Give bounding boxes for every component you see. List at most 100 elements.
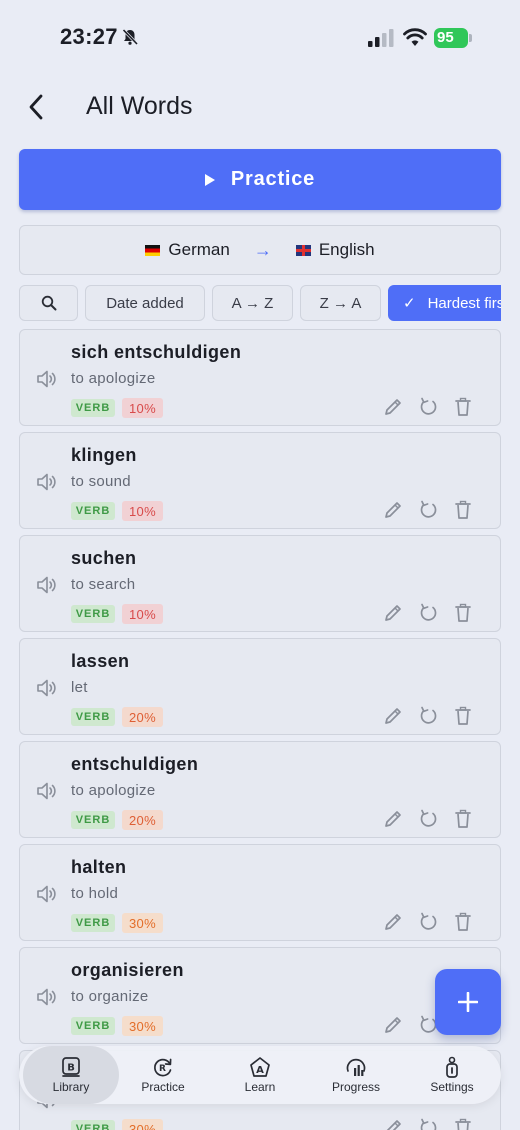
wifi-icon <box>403 28 427 46</box>
word-card[interactable]: suchen to search VERB 10% <box>19 535 501 632</box>
language-selector[interactable]: German → English <box>19 225 501 275</box>
nav-settings-label: Settings <box>430 1080 474 1094</box>
word-card[interactable]: entschuldigen to apologize VERB 20% <box>19 741 501 838</box>
back-button[interactable] <box>20 90 52 124</box>
delete-trash-icon[interactable] <box>452 808 474 830</box>
svg-text:R: R <box>159 1064 166 1074</box>
speaker-icon[interactable] <box>36 883 58 905</box>
delete-trash-icon[interactable] <box>452 1117 474 1130</box>
delete-trash-icon[interactable] <box>452 911 474 933</box>
german-flag-icon <box>145 244 161 256</box>
word-term: halten <box>71 857 127 877</box>
nav-progress[interactable]: Progress <box>308 1046 404 1104</box>
reset-progress-icon[interactable] <box>417 396 439 418</box>
page-title: All Words <box>86 92 193 120</box>
delete-trash-icon[interactable] <box>452 396 474 418</box>
bottom-nav: B Library R Practice A Learn Progress Se… <box>19 1046 501 1104</box>
play-icon <box>204 173 215 186</box>
word-type-badge: VERB <box>71 502 115 520</box>
word-translation: to search <box>71 576 136 593</box>
edit-pencil-icon[interactable] <box>382 911 404 933</box>
word-score-badge: 10% <box>122 501 163 521</box>
word-term: organisieren <box>71 960 184 980</box>
edit-pencil-icon[interactable] <box>382 1117 404 1130</box>
word-card[interactable]: halten to hold VERB 30% <box>19 844 501 941</box>
bell-muted-icon <box>122 28 139 46</box>
search-icon <box>41 295 56 311</box>
word-term: klingen <box>71 445 137 465</box>
nav-library[interactable]: B Library <box>23 1046 119 1104</box>
status-time: 23:27 <box>60 24 118 49</box>
delete-trash-icon[interactable] <box>452 602 474 624</box>
word-translation: to sound <box>71 473 131 490</box>
word-translation: to hold <box>71 885 119 902</box>
chevron-left-icon <box>29 94 43 120</box>
sort-z-a-chip[interactable]: Z → A <box>300 285 381 321</box>
card-actions <box>382 705 482 727</box>
card-actions <box>382 911 482 933</box>
edit-pencil-icon[interactable] <box>382 808 404 830</box>
word-card[interactable]: klingen to sound VERB 10% <box>19 432 501 529</box>
word-type-badge: VERB <box>71 1017 115 1035</box>
speaker-icon[interactable] <box>36 574 58 596</box>
nav-progress-label: Progress <box>331 1080 381 1094</box>
card-actions <box>382 396 482 418</box>
word-translation: let <box>71 679 88 696</box>
delete-trash-icon[interactable] <box>452 705 474 727</box>
nav-learn-label: Learn <box>244 1080 276 1094</box>
word-term: suchen <box>71 548 137 568</box>
speaker-icon[interactable] <box>36 780 58 802</box>
word-score-badge: 20% <box>122 707 163 727</box>
speaker-icon[interactable] <box>36 471 58 493</box>
speaker-icon[interactable] <box>36 986 58 1008</box>
practice-button[interactable]: Practice <box>19 149 501 210</box>
reset-progress-icon[interactable] <box>417 499 439 521</box>
speaker-icon[interactable] <box>36 368 58 390</box>
target-language: English <box>295 240 375 260</box>
speaker-icon[interactable] <box>36 677 58 699</box>
word-card[interactable]: organisieren to organize VERB 30% <box>19 947 501 1044</box>
word-score-badge: 30% <box>122 913 163 933</box>
arrow-right-icon: → <box>253 239 272 260</box>
library-book-icon: B <box>62 1057 80 1077</box>
reset-progress-icon[interactable] <box>417 602 439 624</box>
reset-progress-icon[interactable] <box>417 1117 439 1130</box>
sort-date-added-chip[interactable]: Date added <box>85 285 205 321</box>
edit-pencil-icon[interactable] <box>382 602 404 624</box>
nav-learn[interactable]: A Learn <box>212 1046 308 1104</box>
nav-settings[interactable]: Settings <box>404 1046 500 1104</box>
card-actions <box>382 499 482 521</box>
word-card[interactable]: sich entschuldigen to apologize VERB 10% <box>19 329 501 426</box>
settings-icon <box>446 1056 458 1078</box>
edit-pencil-icon[interactable] <box>382 705 404 727</box>
search-button[interactable] <box>19 285 78 321</box>
reset-progress-icon[interactable] <box>417 705 439 727</box>
nav-library-label: Library <box>52 1080 90 1094</box>
sort-hardest-first-chip[interactable]: ✓ Hardest first <box>388 285 501 321</box>
word-term: entschuldigen <box>71 754 199 774</box>
word-type-badge: VERB <box>71 605 115 623</box>
nav-practice-label: Practice <box>141 1080 185 1094</box>
edit-pencil-icon[interactable] <box>382 396 404 418</box>
delete-trash-icon[interactable] <box>452 499 474 521</box>
nav-practice[interactable]: R Practice <box>115 1046 211 1104</box>
edit-pencil-icon[interactable] <box>382 1014 404 1036</box>
add-word-button[interactable] <box>435 969 501 1035</box>
word-score-badge: 20% <box>122 810 163 830</box>
practice-refresh-icon: R <box>154 1058 172 1077</box>
word-type-badge: VERB <box>71 811 115 829</box>
word-card[interactable]: lassen let VERB 20% <box>19 638 501 735</box>
sort-a-z-chip[interactable]: A → Z <box>212 285 293 321</box>
reset-progress-icon[interactable] <box>417 911 439 933</box>
reset-progress-icon[interactable] <box>417 808 439 830</box>
word-score-badge: 30% <box>122 1119 163 1130</box>
target-language-label: English <box>318 240 375 259</box>
edit-pencil-icon[interactable] <box>382 499 404 521</box>
card-actions <box>382 602 482 624</box>
battery-level: 95 <box>437 29 454 46</box>
word-term: lassen <box>71 651 130 671</box>
word-type-badge: VERB <box>71 1120 115 1130</box>
status-bar: 23:27 95 <box>0 0 520 74</box>
word-score-badge: 30% <box>122 1016 163 1036</box>
svg-text:B: B <box>67 1063 75 1074</box>
